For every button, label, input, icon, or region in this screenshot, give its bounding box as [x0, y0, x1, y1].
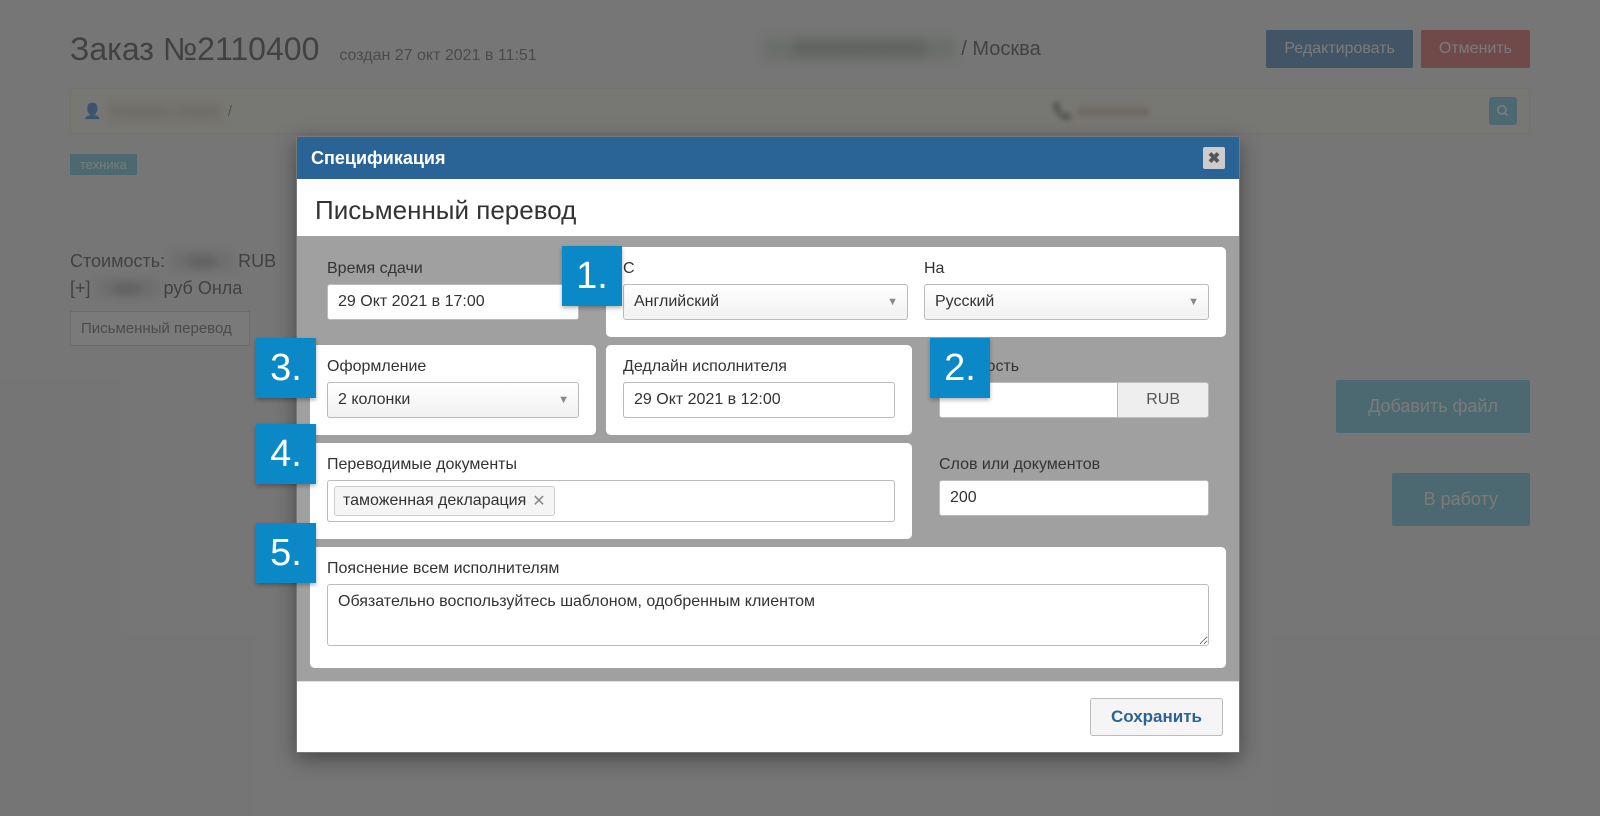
deadline-label: Дедлайн исполнителя [623, 358, 895, 376]
dialog-section-title: Письменный перевод [297, 179, 1239, 236]
currency-label: RUB [1118, 382, 1209, 418]
note-label: Пояснение всем исполнителям [327, 560, 1209, 578]
delivery-time-label: Время сдачи [327, 260, 579, 278]
callout-2: 2. [930, 338, 990, 398]
lang-from-select[interactable]: Английский [623, 284, 908, 320]
documents-label: Переводимые документы [327, 456, 895, 474]
note-textarea[interactable] [327, 584, 1209, 646]
remove-tag-button[interactable]: ✕ [532, 491, 545, 511]
callout-4: 4. [256, 424, 316, 484]
words-input[interactable] [939, 480, 1209, 516]
words-label: Слов или документов [939, 456, 1209, 474]
layout-label: Оформление [327, 358, 579, 376]
callout-5: 5. [256, 523, 316, 583]
specification-dialog: Спецификация ✖ Письменный перевод Время … [296, 136, 1240, 753]
delivery-time-input[interactable] [327, 284, 579, 320]
lang-from-label: С [623, 260, 908, 278]
callout-3: 3. [256, 338, 316, 398]
callout-1: 1. [562, 246, 622, 306]
layout-select[interactable]: 2 колонки [327, 382, 579, 418]
documents-input[interactable]: таможенная декларация ✕ [327, 480, 895, 522]
lang-to-select[interactable]: Русский [924, 284, 1209, 320]
close-button[interactable]: ✖ [1203, 147, 1225, 169]
deadline-input[interactable] [623, 382, 895, 418]
save-button[interactable]: Сохранить [1090, 698, 1223, 736]
dialog-header: Спецификация ✖ [297, 137, 1239, 179]
document-tag: таможенная декларация ✕ [334, 486, 555, 516]
lang-to-label: На [924, 260, 1209, 278]
dialog-title: Спецификация [311, 148, 445, 169]
